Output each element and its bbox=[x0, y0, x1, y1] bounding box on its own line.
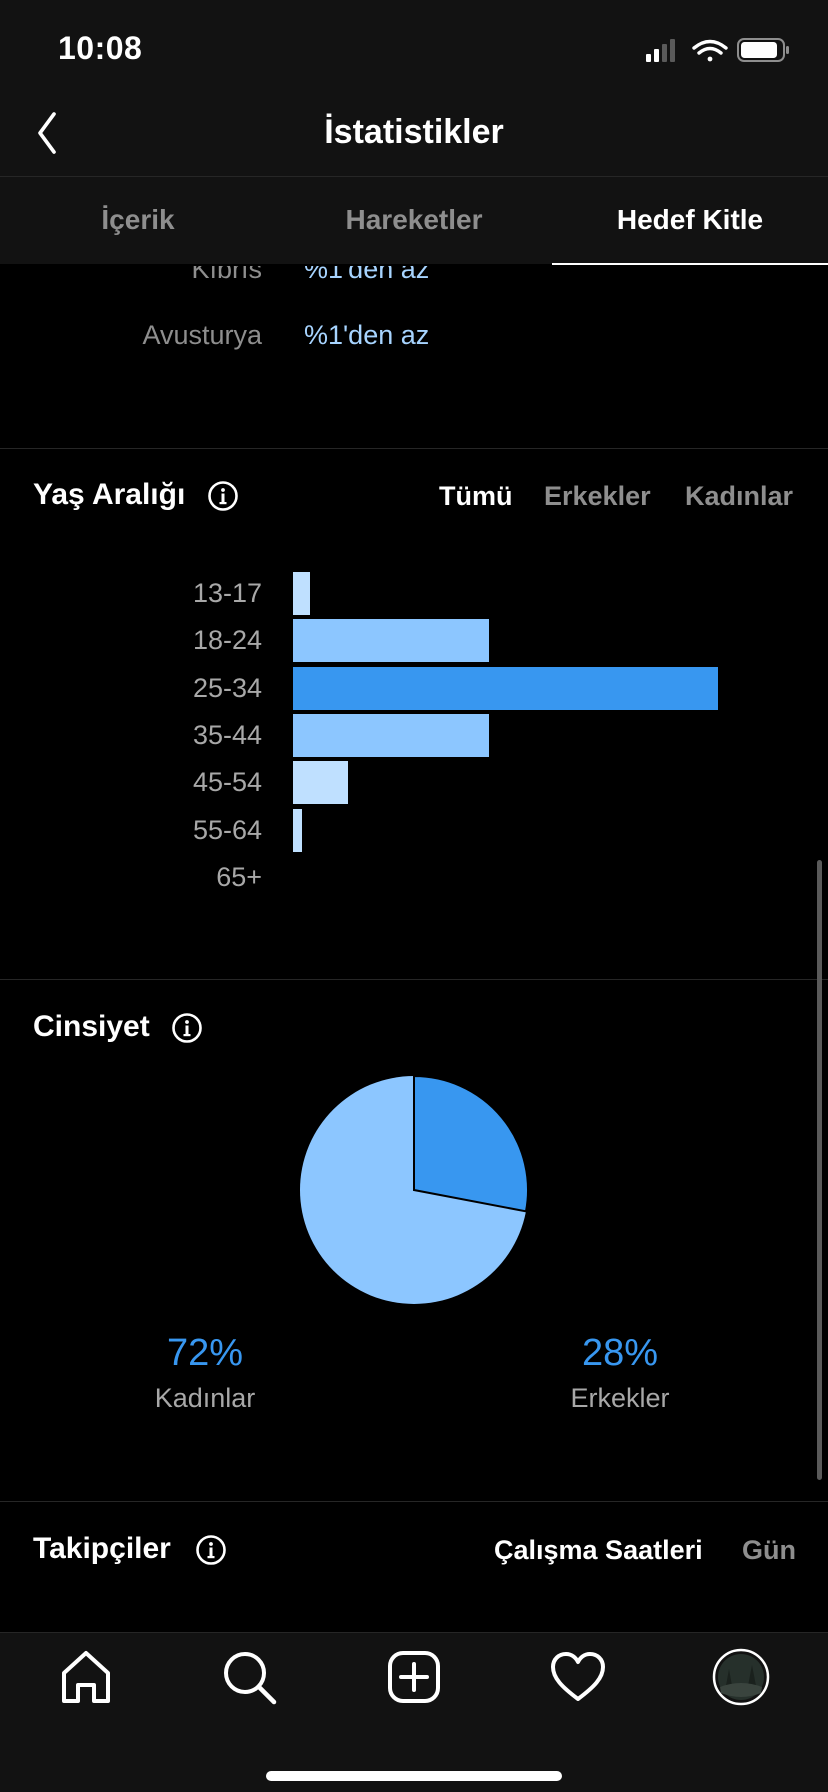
info-icon[interactable] bbox=[171, 1012, 203, 1044]
pie-slice-men bbox=[413, 1074, 529, 1213]
search-icon[interactable] bbox=[219, 1647, 279, 1707]
age-bar bbox=[293, 761, 348, 805]
status-time: 10:08 bbox=[58, 30, 143, 66]
home-indicator bbox=[266, 1771, 562, 1781]
page-title: İstatistikler bbox=[324, 113, 504, 151]
status-icons bbox=[646, 38, 789, 62]
cellular-signal-icon bbox=[646, 39, 675, 62]
age-tick-label: 65+ bbox=[216, 861, 262, 892]
section-divider bbox=[0, 979, 828, 980]
filter-men[interactable]: Erkekler bbox=[544, 481, 651, 512]
nav-bar: İstatistikler bbox=[0, 96, 828, 176]
filter-hours[interactable]: Çalışma Saatleri bbox=[494, 1535, 703, 1566]
battery-icon bbox=[737, 38, 789, 62]
age-bar bbox=[293, 713, 489, 757]
avatar[interactable] bbox=[711, 1647, 771, 1707]
gender-pie-chart bbox=[300, 1074, 529, 1304]
heart-icon[interactable] bbox=[548, 1647, 608, 1707]
age-tick-label: 35-44 bbox=[192, 719, 262, 750]
tab-bar: İçerik Hareketler Hedef Kitle bbox=[0, 176, 828, 265]
filter-days[interactable]: Gün bbox=[742, 1535, 796, 1566]
age-bar bbox=[293, 619, 489, 663]
scrollbar[interactable] bbox=[817, 860, 822, 1480]
women-label: Kadınlar bbox=[154, 1383, 256, 1413]
men-percent: 28% bbox=[581, 1332, 659, 1374]
country-row: Avusturya %1'den az bbox=[0, 320, 828, 360]
section-divider bbox=[0, 1501, 828, 1502]
tab-audience[interactable]: Hedef Kitle bbox=[552, 177, 828, 265]
age-tick-label: 13-17 bbox=[192, 578, 262, 608]
age-tick-label: 45-54 bbox=[192, 767, 262, 798]
age-tick-label: 55-64 bbox=[192, 814, 262, 845]
tab-content[interactable]: İçerik bbox=[0, 177, 276, 265]
add-post-icon[interactable] bbox=[384, 1647, 444, 1707]
men-label: Erkekler bbox=[570, 1383, 670, 1413]
info-icon[interactable] bbox=[195, 1534, 227, 1566]
age-bar bbox=[293, 808, 302, 852]
filter-all[interactable]: Tümü bbox=[439, 481, 513, 512]
age-bar bbox=[293, 572, 310, 615]
info-icon[interactable] bbox=[207, 480, 239, 512]
country-value: %1'den az bbox=[304, 320, 430, 350]
age-bar bbox=[293, 666, 718, 710]
followers-title: Takipçiler bbox=[33, 1532, 171, 1565]
country-name: Avusturya bbox=[142, 320, 262, 350]
filter-women[interactable]: Kadınlar bbox=[685, 481, 793, 512]
status-bar: 10:08 bbox=[0, 0, 828, 96]
bottom-tab-bar bbox=[0, 1632, 828, 1792]
age-tick-label: 25-34 bbox=[192, 672, 262, 703]
home-icon[interactable] bbox=[56, 1647, 116, 1707]
wifi-icon bbox=[692, 39, 728, 62]
tab-activity[interactable]: Hareketler bbox=[276, 177, 552, 265]
gender-title: Cinsiyet bbox=[33, 1010, 150, 1043]
women-percent: 72% bbox=[166, 1332, 244, 1374]
age-range-title: Yaş Aralığı bbox=[33, 478, 186, 511]
age-tick-label: 18-24 bbox=[192, 625, 262, 656]
section-divider bbox=[0, 448, 828, 449]
